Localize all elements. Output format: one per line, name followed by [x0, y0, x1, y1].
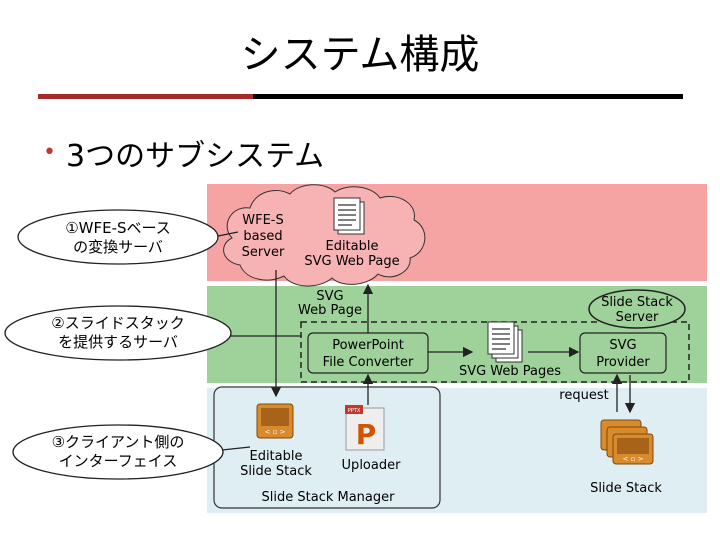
editable-slide-stack-icon: < ▫ >: [256, 403, 294, 439]
slide-stack-manager-label: Slide Stack Manager: [262, 490, 396, 505]
callout-wfe-line1: ①WFE-Sベース: [65, 219, 171, 237]
svg-web-page-label-line2: Web Page: [298, 303, 362, 318]
wfe-cloud-line2: based: [243, 229, 282, 244]
architecture-diagram: WFE-S based Server Editable SVG Web Page…: [4, 184, 707, 513]
svg-provider-line2: Provider: [596, 355, 650, 370]
uploader-label: Uploader: [342, 458, 402, 473]
callout-slide-server-line2: を提供するサーバ: [58, 333, 178, 351]
callout-client-line1: ③クライアント側の: [52, 433, 185, 451]
document-icon: [333, 197, 365, 235]
ppt-converter-line1: PowerPoint: [332, 338, 404, 353]
ppt-converter-line2: File Converter: [323, 355, 414, 370]
wfe-cloud-line1: WFE-S: [242, 213, 284, 228]
callout-wfe-line2: の変換サーバ: [73, 238, 163, 256]
callout-slide-server-line1: ②スライドスタック: [51, 314, 184, 332]
editable-svg-page-line2: SVG Web Page: [304, 254, 399, 269]
pptx-badge: PPTX: [348, 408, 361, 414]
slide-stack-server-line2: Server: [616, 310, 659, 325]
request-label: request: [559, 388, 608, 403]
editable-svg-page-line1: Editable: [325, 239, 378, 254]
editable-slide-stack-line1: Editable: [249, 449, 302, 464]
callout-client-line2: インターフェイス: [59, 452, 178, 470]
svg-provider-line1: SVG: [609, 338, 636, 353]
wfe-cloud-line3: Server: [242, 245, 285, 260]
svg-pages-stack-icon: [487, 321, 523, 363]
svg-text:P: P: [356, 418, 377, 451]
svg-web-page-label-line1: SVG: [316, 289, 343, 304]
svg-text:< ▫ >: < ▫ >: [265, 428, 286, 436]
slide-stack-server-line1: Slide Stack: [601, 295, 673, 310]
svg-web-pages-label: SVG Web Pages: [459, 364, 561, 379]
editable-slide-stack-line2: Slide Stack: [240, 464, 312, 479]
svg-text:< ▫ >: < ▫ >: [623, 455, 644, 463]
slide-stack-label: Slide Stack: [590, 481, 662, 496]
pptx-file-icon: PPTX P: [345, 405, 385, 451]
